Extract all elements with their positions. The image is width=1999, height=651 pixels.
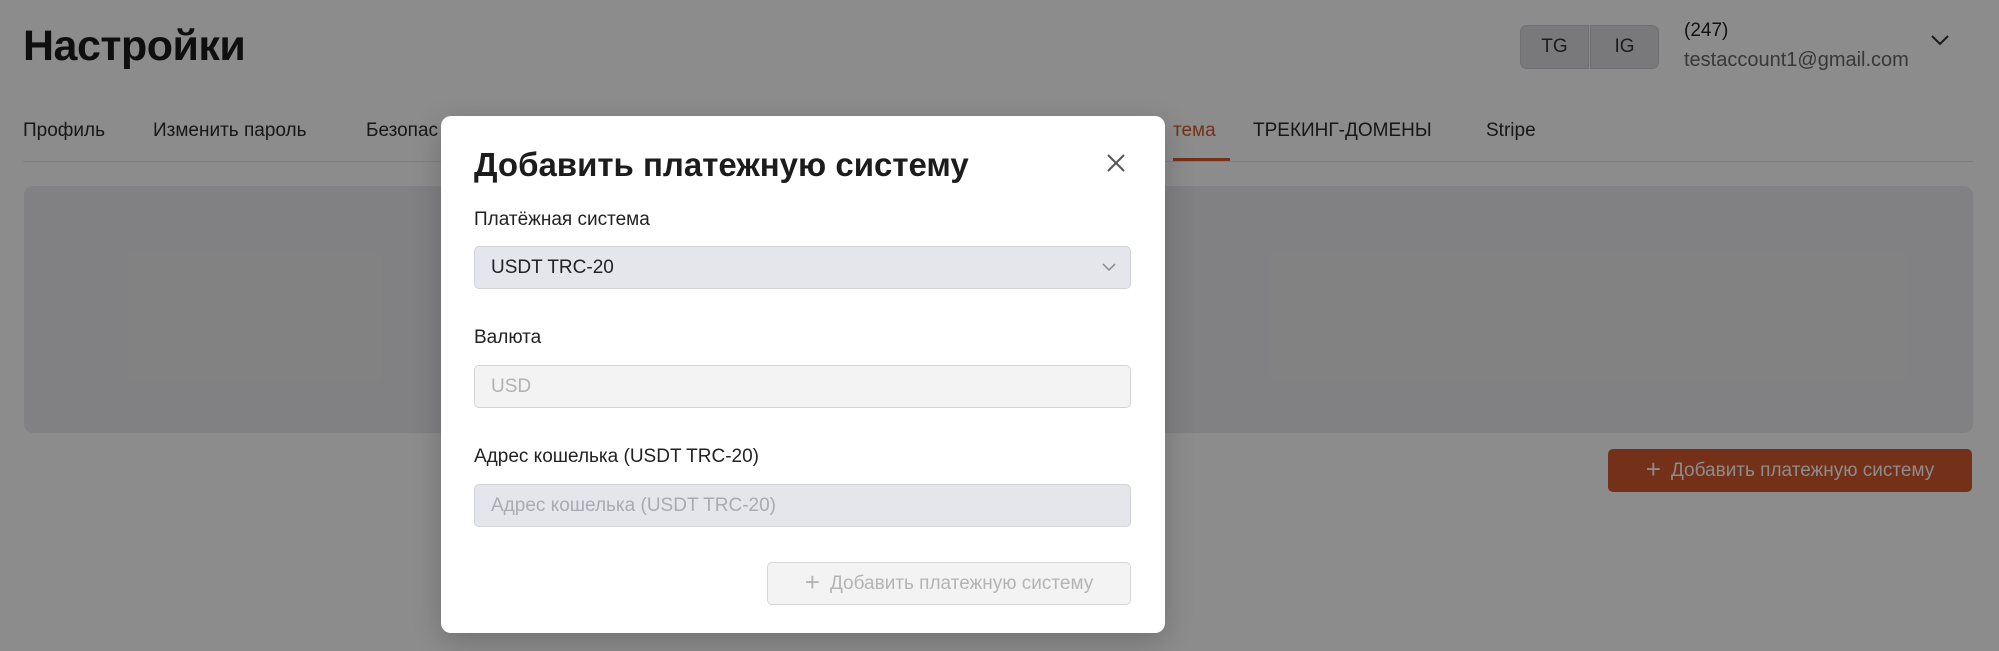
payment-system-select[interactable]: USDT TRC-20 (474, 246, 1131, 289)
chevron-down-icon (1102, 263, 1116, 272)
modal-title: Добавить платежную систему (474, 146, 969, 183)
plus-icon: + (804, 567, 820, 597)
wallet-address-field[interactable] (474, 484, 1131, 527)
currency-label: Валюта (474, 327, 542, 348)
submit-payment-system-button[interactable]: + Добавить платежную систему (767, 562, 1131, 605)
submit-button-label: Добавить платежную систему (829, 572, 1094, 594)
close-icon[interactable] (1105, 152, 1127, 174)
add-payment-system-modal: Добавить платежную систему Платёжная сис… (441, 116, 1165, 633)
payment-system-value: USDT TRC-20 (491, 256, 614, 278)
currency-field: USD (474, 365, 1131, 408)
wallet-address-input[interactable] (491, 494, 1091, 517)
payment-system-label: Платёжная система (474, 209, 650, 230)
wallet-address-label: Адрес кошелька (USDT TRC-20) (474, 446, 759, 467)
currency-value: USD (491, 375, 532, 397)
